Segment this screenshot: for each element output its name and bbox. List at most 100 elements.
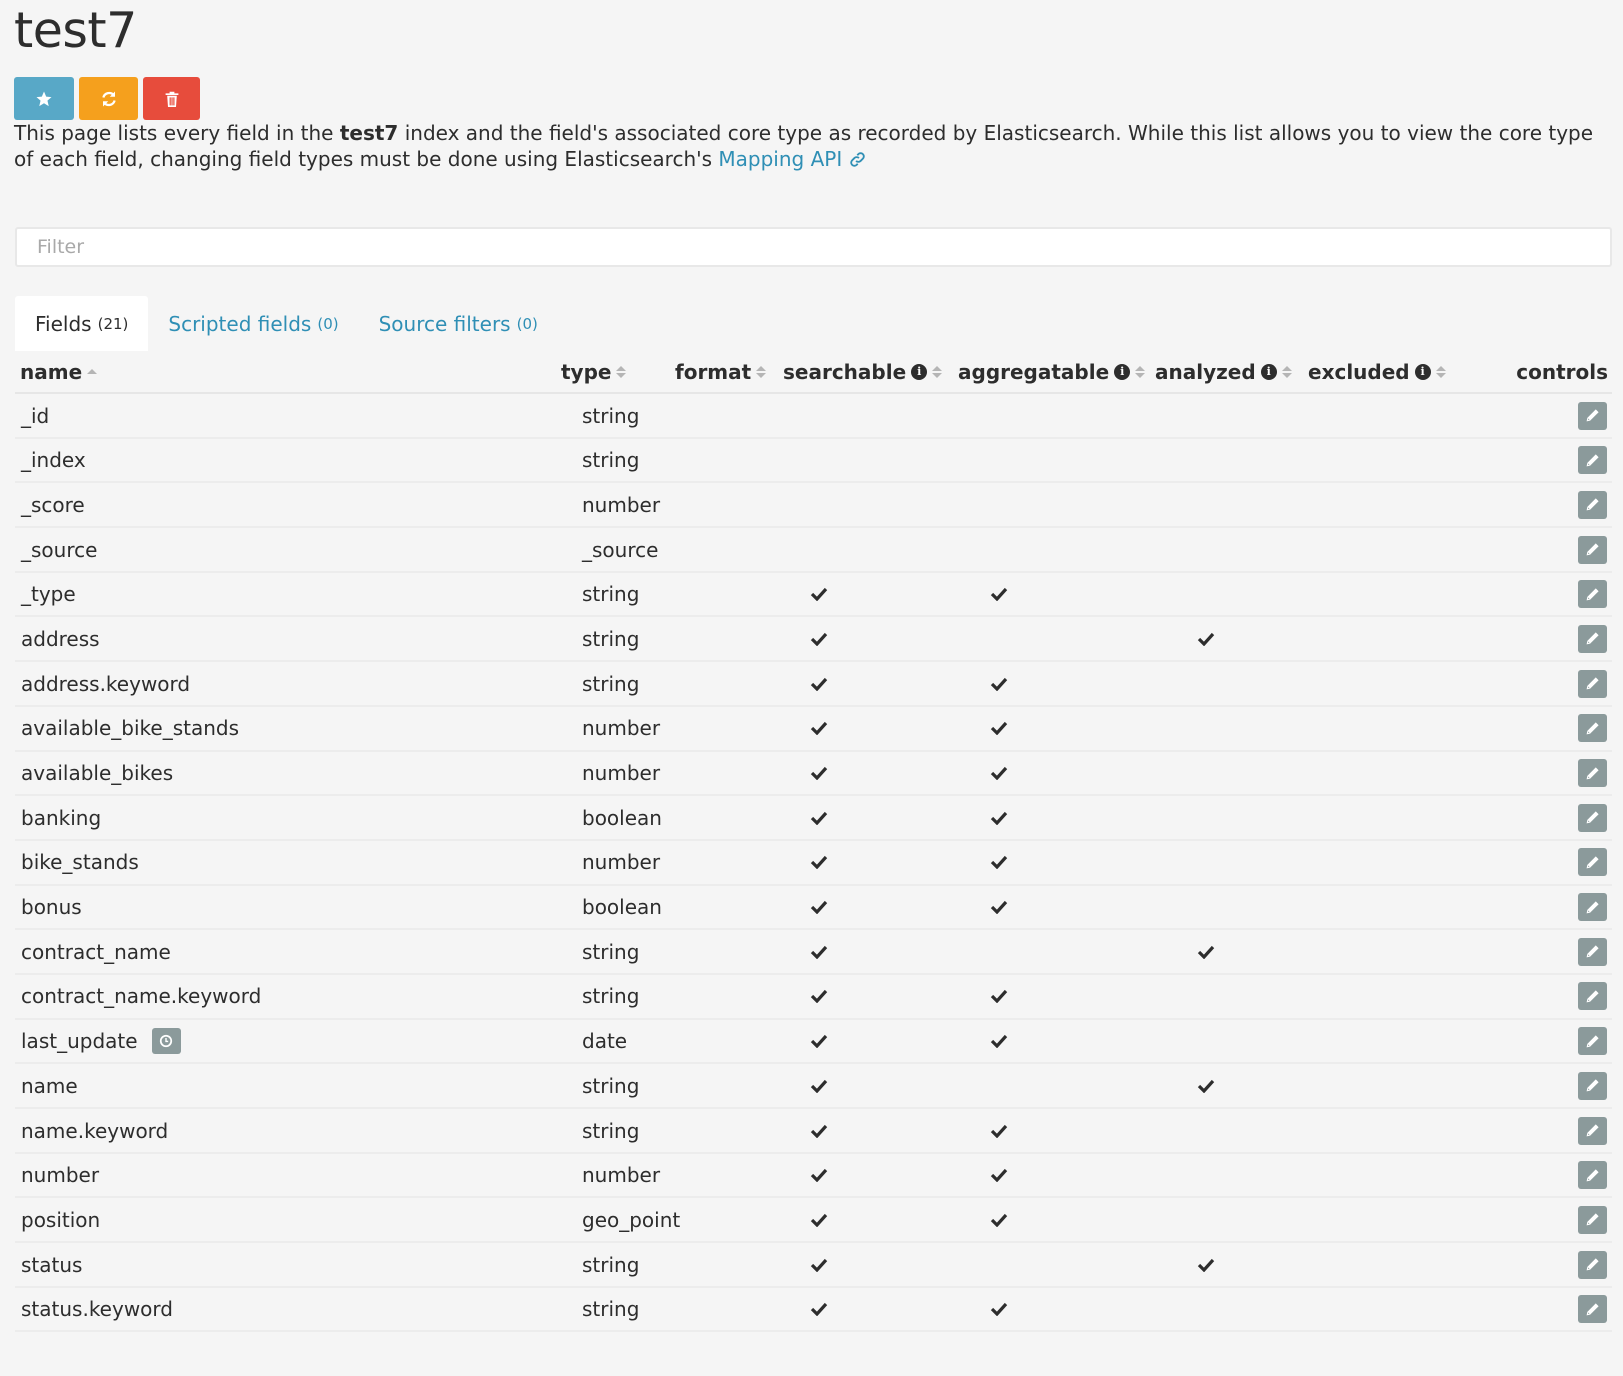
pencil-icon <box>1585 1212 1600 1227</box>
edit-field-button[interactable] <box>1578 490 1607 519</box>
edit-field-button[interactable] <box>1578 759 1607 787</box>
column-header-format[interactable]: format <box>675 351 767 392</box>
info-icon[interactable]: i <box>1114 363 1131 380</box>
filter-input[interactable] <box>15 227 1612 267</box>
info-icon[interactable]: i <box>1414 363 1431 380</box>
pencil-icon <box>1585 631 1600 646</box>
pencil-icon <box>1585 587 1600 602</box>
field-type: date <box>582 1029 628 1054</box>
table-row: contract_name string <box>15 930 1612 975</box>
edit-field-button[interactable] <box>1578 1116 1607 1145</box>
pencil-icon <box>1585 453 1600 468</box>
edit-field-control <box>1578 796 1607 839</box>
searchable-check-icon <box>810 1198 828 1241</box>
edit-field-button[interactable] <box>1578 535 1607 564</box>
field-name: number <box>21 1163 100 1188</box>
column-header-analyzed[interactable]: analyzed i <box>1155 351 1292 392</box>
edit-field-button[interactable] <box>1578 580 1607 609</box>
edit-field-control <box>1578 841 1607 884</box>
mapping-api-link[interactable]: Mapping API <box>718 147 865 171</box>
edit-field-control <box>1578 1020 1607 1063</box>
edit-field-button[interactable] <box>1578 937 1607 966</box>
aggregatable-check-icon <box>990 1288 1008 1331</box>
field-type: number <box>582 492 661 517</box>
edit-field-control <box>1578 975 1607 1018</box>
table-row: number number <box>15 1154 1612 1199</box>
edit-field-button[interactable] <box>1578 803 1607 832</box>
edit-field-control <box>1578 1288 1607 1331</box>
edit-field-button[interactable] <box>1578 446 1607 475</box>
refresh-fields-button[interactable] <box>79 77 138 120</box>
edit-field-button[interactable] <box>1578 714 1607 743</box>
field-type: string <box>582 1073 640 1098</box>
column-header-type[interactable]: type <box>561 351 627 392</box>
pencil-icon <box>1585 1078 1600 1093</box>
table-row: address.keyword string <box>15 662 1612 707</box>
searchable-check-icon <box>810 617 828 660</box>
column-header-controls: controls <box>1516 359 1608 384</box>
table-row: bike_stands number <box>15 841 1612 886</box>
delete-index-button[interactable] <box>143 77 200 120</box>
edit-field-button[interactable] <box>1578 1205 1607 1234</box>
table-body: _id string _index string _score number _source… <box>15 394 1612 1333</box>
edit-field-control <box>1578 439 1607 482</box>
field-type: number <box>582 761 661 785</box>
set-default-index-button[interactable] <box>14 77 74 120</box>
field-name: last_update <box>21 1020 181 1063</box>
aggregatable-check-icon <box>990 752 1008 795</box>
table-row: available_bike_stands number <box>15 707 1612 752</box>
searchable-check-icon <box>810 1064 828 1107</box>
table-row: status string <box>15 1243 1612 1288</box>
column-header-name[interactable]: name <box>20 351 98 392</box>
edit-field-button[interactable] <box>1578 669 1607 698</box>
edit-field-button[interactable] <box>1578 848 1607 877</box>
searchable-check-icon <box>810 752 828 795</box>
field-type: string <box>582 1252 640 1277</box>
field-name: name <box>21 1073 78 1098</box>
column-header-aggregatable[interactable]: aggregatable i <box>958 351 1146 392</box>
tab-fields[interactable]: Fields (21) <box>15 296 149 351</box>
aggregatable-check-icon <box>990 886 1008 929</box>
pencil-icon <box>1585 944 1600 959</box>
field-name: _id <box>21 403 50 428</box>
column-header-excluded[interactable]: excluded i <box>1308 351 1446 392</box>
table-row: _source _source <box>15 528 1612 573</box>
edit-field-button[interactable] <box>1578 624 1607 653</box>
edit-field-button[interactable] <box>1578 1295 1607 1324</box>
tab-source-filters[interactable]: Source filters (0) <box>359 296 558 351</box>
edit-field-control <box>1578 930 1607 973</box>
field-type: string <box>582 448 640 473</box>
edit-field-button[interactable] <box>1578 1161 1607 1190</box>
aggregatable-check-icon <box>990 841 1008 884</box>
edit-field-button[interactable] <box>1578 1250 1607 1279</box>
field-type: number <box>582 1163 661 1188</box>
sort-icon <box>616 365 627 378</box>
aggregatable-check-icon <box>990 1198 1008 1241</box>
pencil-icon <box>1585 676 1600 691</box>
edit-field-control <box>1578 1198 1607 1241</box>
searchable-check-icon <box>810 1020 828 1063</box>
edit-field-button[interactable] <box>1578 1027 1607 1056</box>
edit-field-button[interactable] <box>1578 401 1607 430</box>
field-name: address.keyword <box>21 671 191 696</box>
refresh-icon <box>101 91 116 106</box>
info-icon[interactable]: i <box>1260 363 1277 380</box>
edit-field-button[interactable] <box>1578 982 1607 1011</box>
info-icon[interactable]: i <box>911 363 928 380</box>
column-header-searchable[interactable]: searchable i <box>783 351 943 392</box>
edit-field-control <box>1578 573 1607 616</box>
table-row: name.keyword string <box>15 1109 1612 1154</box>
tab-scripted-fields[interactable]: Scripted fields (0) <box>148 296 358 351</box>
table-row: name string <box>15 1064 1612 1109</box>
field-type: number <box>582 716 661 741</box>
field-name: _source <box>21 537 98 562</box>
edit-field-button[interactable] <box>1578 893 1607 922</box>
aggregatable-check-icon <box>990 975 1008 1018</box>
sort-asc-icon <box>87 369 98 374</box>
pencil-icon <box>1585 1123 1600 1138</box>
pencil-icon <box>1585 810 1600 825</box>
searchable-check-icon <box>810 1154 828 1197</box>
field-name: _type <box>21 582 76 607</box>
edit-field-button[interactable] <box>1578 1071 1607 1100</box>
trash-icon <box>165 91 178 107</box>
